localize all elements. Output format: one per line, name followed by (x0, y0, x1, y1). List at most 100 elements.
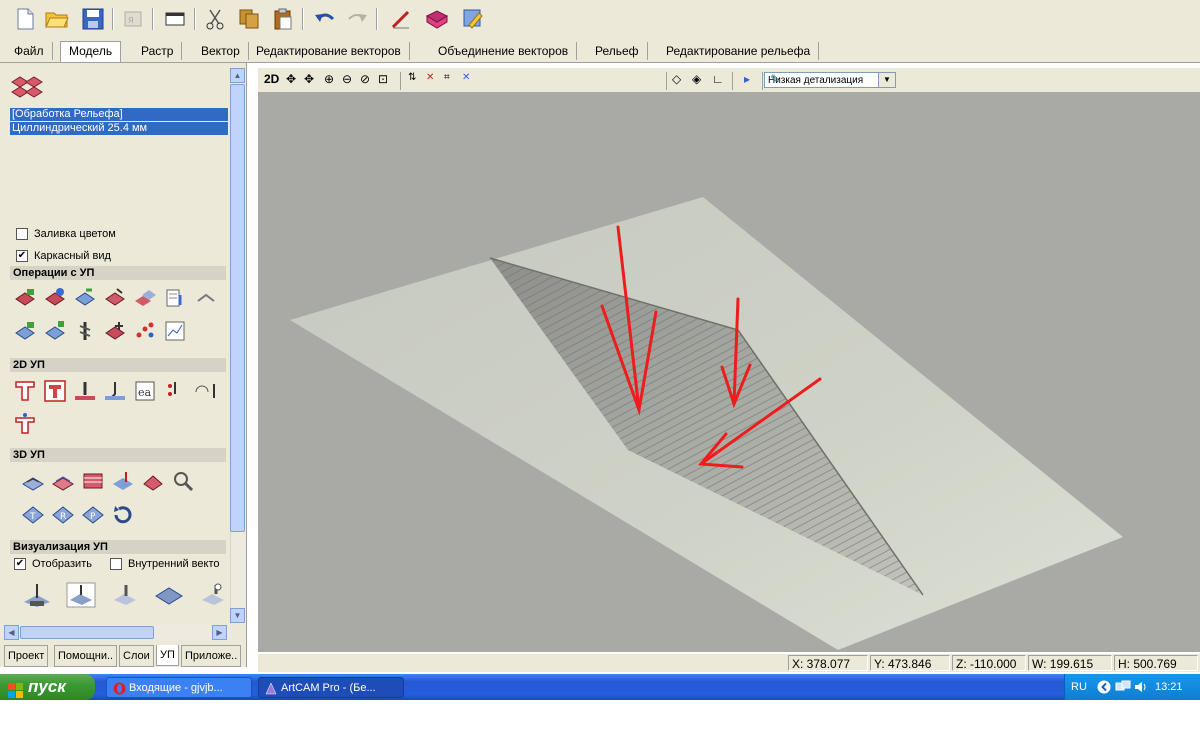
undo-icon[interactable] (312, 6, 338, 32)
paste-icon[interactable] (270, 6, 296, 32)
tab-toolpaths[interactable]: УП (156, 645, 179, 666)
tab-model[interactable]: Модель (60, 41, 122, 62)
scroll-right-button[interactable]: ▶ (212, 625, 227, 640)
2d-view-button[interactable]: 2D (264, 72, 279, 86)
vector-view-icon[interactable]: ⇅ (408, 72, 416, 83)
toolpath-points-icon[interactable] (134, 320, 156, 342)
taskbar-inbox-button[interactable]: Входящие - gjvjb... (106, 677, 252, 698)
zoom-in-icon[interactable]: ⊕ (324, 72, 334, 86)
rotate-view-icon[interactable]: ✥ (286, 72, 296, 86)
boundary-toolpath-icon[interactable]: T (22, 504, 44, 526)
sim-block-icon[interactable] (22, 582, 52, 608)
calculate-toolpath-icon[interactable] (14, 287, 36, 309)
open-folder-icon[interactable] (44, 6, 70, 32)
window-icon[interactable] (162, 6, 188, 32)
toggle-grid-icon[interactable]: ⌗ (444, 72, 450, 83)
axes-icon[interactable]: ∟ (712, 72, 724, 86)
toolpath-tool-item[interactable]: Циллиндрический 25.4 мм (10, 122, 228, 135)
expand-tray-icon[interactable] (1097, 680, 1111, 697)
v-bit-carving-icon[interactable] (104, 380, 126, 402)
toolpath-group-item[interactable]: [Обработка Рельефа] (10, 108, 228, 121)
toolpath-blue-icon[interactable] (74, 287, 96, 309)
sim-relief-icon[interactable] (154, 582, 184, 608)
pencil-toolpath-icon[interactable]: P (82, 504, 104, 526)
3d-machine-vector-icon[interactable] (142, 470, 164, 492)
pan-view-icon[interactable]: ✥ (304, 72, 314, 86)
machine-relief-icon[interactable] (22, 470, 44, 492)
tab-layers[interactable]: Слои (119, 645, 154, 667)
tab-vector[interactable]: Вектор (193, 42, 249, 60)
cut-icon[interactable] (202, 6, 228, 32)
chevron-down-icon[interactable]: ▼ (878, 73, 895, 87)
network-icon[interactable] (1115, 680, 1131, 697)
detail-level-select[interactable]: Низкая детализация ▼ (764, 72, 896, 88)
toolpath-template-icon[interactable] (104, 320, 126, 342)
sim-cutter-icon[interactable] (110, 582, 140, 608)
tab-vector-merge[interactable]: Объединение векторов (430, 42, 578, 60)
zoom-previous-icon[interactable]: ⊘ (360, 72, 370, 86)
paint-brush-icon[interactable]: ✎ (770, 72, 780, 86)
smart-engraving-icon[interactable] (14, 412, 36, 434)
sim-reset-icon[interactable] (198, 582, 228, 608)
new-file-icon[interactable] (12, 6, 38, 32)
inlay-icon[interactable] (164, 380, 186, 402)
3d-viewport[interactable] (258, 92, 1200, 652)
inner-vector-option[interactable]: Внутренний векто (110, 556, 228, 572)
toggle-vectors-icon[interactable]: ✕ (426, 72, 434, 83)
zoom-fit-icon[interactable]: ⊡ (378, 72, 388, 86)
show-toolpath-option[interactable]: ✔ Отобразить (14, 556, 92, 572)
tab-applications[interactable]: Приложе.. (181, 645, 242, 667)
wireframe-checkbox[interactable]: ✔ (16, 250, 28, 262)
diamond-view-icon[interactable]: ◇ (672, 72, 681, 86)
start-button[interactable]: пуск (0, 674, 95, 700)
3d-raster-icon[interactable] (82, 470, 104, 492)
toolpath-red-icon[interactable] (104, 287, 126, 309)
help-book-icon[interactable] (424, 6, 450, 32)
drilling-icon[interactable] (74, 380, 96, 402)
area-clearance-icon[interactable] (44, 380, 66, 402)
tab-relief[interactable]: Рельеф (587, 42, 648, 60)
tab-relief-editing[interactable]: Редактирование рельефа (658, 42, 820, 60)
play-icon[interactable]: ▸ (744, 72, 750, 86)
tab-file[interactable]: Файл (6, 42, 53, 60)
inner-vector-checkbox[interactable] (110, 558, 122, 570)
3d-inspect-icon[interactable] (172, 470, 194, 492)
engraving-icon[interactable]: ea (134, 380, 156, 402)
wizard-icon[interactable] (460, 6, 486, 32)
volume-icon[interactable] (1133, 680, 1149, 697)
calculate-all-icon[interactable] (44, 287, 66, 309)
3d-feature-icon[interactable] (112, 470, 134, 492)
tab-assistant[interactable]: Помощни.. (54, 645, 118, 667)
tab-raster[interactable]: Растр (133, 42, 183, 60)
toolpath-graph-icon[interactable] (164, 320, 186, 342)
toggle-relief-icon[interactable]: ✕ (462, 72, 470, 83)
chamfer-icon[interactable] (194, 380, 216, 402)
simulate-all-icon[interactable] (44, 320, 66, 342)
scroll-left-button[interactable]: ◀ (4, 625, 19, 640)
panel-vertical-thumb[interactable] (230, 84, 245, 532)
sketch-pen-icon[interactable] (388, 6, 414, 32)
save-icon[interactable] (80, 6, 106, 32)
toolpath-extra-icon[interactable] (194, 287, 216, 309)
wireframe-option[interactable]: ✔ Каркасный вид (16, 248, 111, 264)
language-indicator[interactable]: RU (1071, 681, 1087, 693)
merge-toolpaths-icon[interactable] (134, 287, 156, 309)
simulate-toolpath-icon[interactable] (14, 320, 36, 342)
profile-machining-icon[interactable] (14, 380, 36, 402)
panel-horizontal-thumb[interactable] (20, 626, 154, 639)
tab-vector-editing[interactable]: Редактирование векторов (248, 42, 410, 60)
fill-color-checkbox[interactable] (16, 228, 28, 240)
copy-icon[interactable] (236, 6, 262, 32)
taskbar-artcam-button[interactable]: ArtCAM Pro - (Бе... (258, 677, 404, 698)
zoom-out-icon[interactable]: ⊖ (342, 72, 352, 86)
sim-toolpath-icon[interactable] (66, 582, 96, 608)
tool-database-icon[interactable] (74, 320, 96, 342)
fill-color-option[interactable]: Заливка цветом (16, 226, 116, 242)
toolpath-list-icon[interactable] (164, 287, 186, 309)
tab-project[interactable]: Проект (4, 645, 49, 667)
scroll-up-button[interactable]: ▲ (230, 68, 245, 83)
show-toolpath-checkbox[interactable]: ✔ (14, 558, 26, 570)
reset-toolpath-icon[interactable] (112, 504, 134, 526)
rest-machining-icon[interactable]: R (52, 504, 74, 526)
grid-diamond-icon[interactable]: ◈ (692, 72, 701, 86)
